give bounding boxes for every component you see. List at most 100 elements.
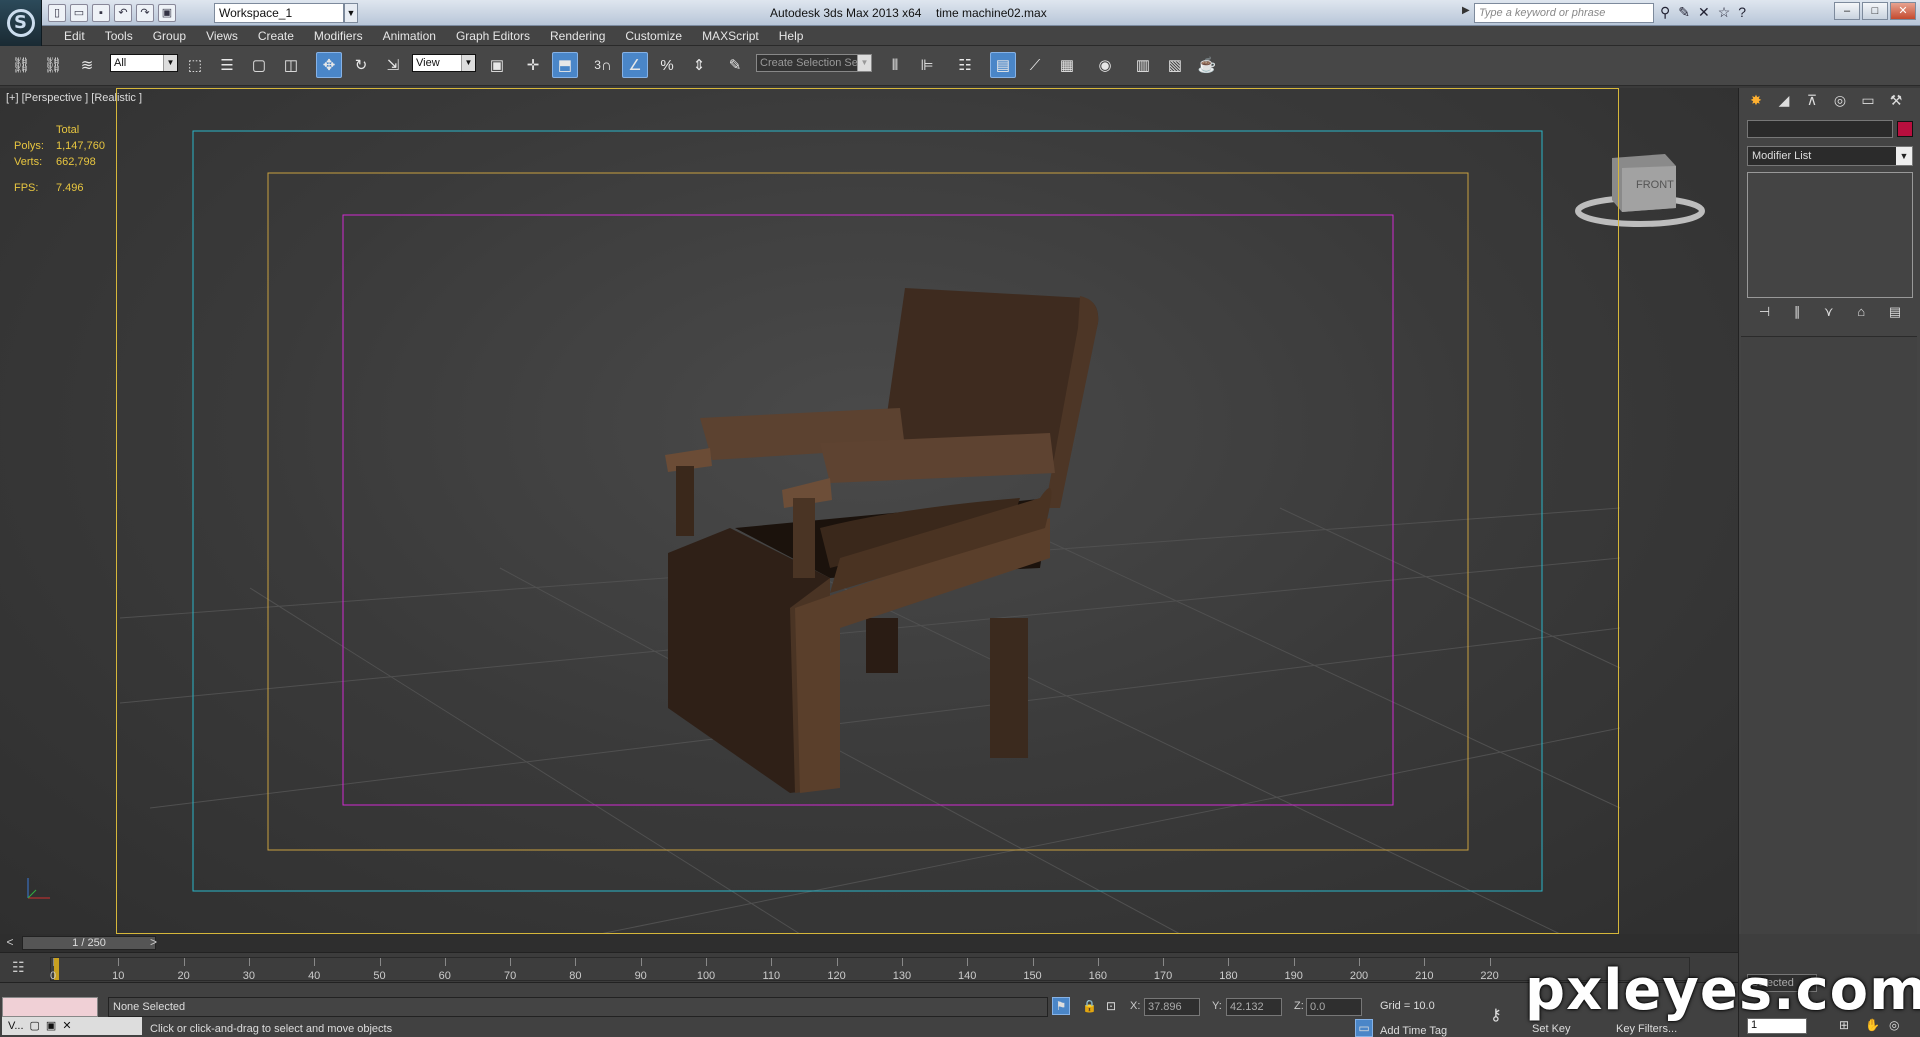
subscription-icon[interactable]: ✎	[1678, 4, 1690, 21]
menu-tools[interactable]: Tools	[95, 29, 143, 43]
select-manipulate-icon[interactable]: ✛	[520, 52, 546, 78]
menu-maxscript[interactable]: MAXScript	[692, 29, 769, 43]
object-name-field[interactable]	[1747, 120, 1893, 138]
binoculars-icon[interactable]: ⚲	[1660, 4, 1670, 21]
redo-icon[interactable]: ↷	[136, 4, 154, 22]
selection-lock-icon[interactable]: 🔒	[1082, 999, 1097, 1013]
remove-modifier-icon[interactable]: ⌂	[1857, 304, 1865, 324]
select-and-scale-icon[interactable]: ⇲	[380, 52, 406, 78]
workspace-dropdown[interactable]: Workspace_1	[214, 3, 344, 23]
next-frame-icon[interactable]: >	[150, 935, 162, 951]
configure-modifier-sets-icon[interactable]: ▤	[1889, 304, 1901, 324]
menu-rendering[interactable]: Rendering	[540, 29, 615, 43]
spinner-snap-icon[interactable]: ⇕	[686, 52, 712, 78]
layer-manager-icon[interactable]: ☷	[952, 52, 978, 78]
motion-tab-icon[interactable]: ◎	[1829, 92, 1851, 112]
menu-edit[interactable]: Edit	[54, 29, 95, 43]
modifier-stack[interactable]	[1747, 172, 1913, 298]
y-coordinate-field[interactable]: 42.132	[1226, 998, 1282, 1016]
bind-space-warp-icon[interactable]: ≋	[74, 52, 100, 78]
reference-coordinate-dropdown[interactable]: View ▼	[412, 54, 476, 72]
align-icon[interactable]: ⊫	[914, 52, 940, 78]
previous-frame-icon[interactable]: <	[0, 935, 20, 951]
absolute-mode-icon[interactable]: ⊡	[1106, 999, 1116, 1013]
time-tag-icon[interactable]: ▭	[1355, 1019, 1373, 1037]
make-unique-icon[interactable]: ⋎	[1824, 304, 1834, 324]
mini-curve-editor-icon[interactable]: ☷	[12, 959, 25, 976]
select-object-icon[interactable]: ⬚	[182, 52, 208, 78]
undo-icon[interactable]: ↶	[114, 4, 132, 22]
application-button[interactable]: S	[0, 0, 42, 46]
menu-create[interactable]: Create	[248, 29, 304, 43]
communication-icon[interactable]: ✕	[1698, 4, 1710, 21]
viewport-tab[interactable]: V...	[8, 1017, 24, 1035]
layout-icon[interactable]: ▢	[30, 1017, 40, 1035]
selection-filter-dropdown[interactable]: All ▼	[110, 54, 178, 72]
search-expand-icon[interactable]: ▶	[1462, 5, 1470, 16]
menu-group[interactable]: Group	[143, 29, 196, 43]
open-file-icon[interactable]: ▭	[70, 4, 88, 22]
keyboard-shortcut-override-icon[interactable]: ⬒	[552, 52, 578, 78]
workspace-dropdown-arrow[interactable]: ▼	[344, 3, 358, 23]
unlink-icon[interactable]: ⛓	[40, 52, 66, 78]
show-end-result-icon[interactable]: ∥	[1794, 304, 1801, 324]
render-production-icon[interactable]: ☕	[1194, 52, 1220, 78]
named-selection-sets-dropdown[interactable]: Create Selection Se ▼	[756, 54, 872, 72]
close-tab-icon[interactable]: ✕	[62, 1017, 71, 1035]
schematic-view-icon[interactable]: ▦	[1054, 52, 1080, 78]
select-and-move-icon[interactable]: ✥	[316, 52, 342, 78]
curve-editor-icon[interactable]: ⟋	[1022, 52, 1048, 78]
search-input[interactable]: Type a keyword or phrase	[1474, 3, 1654, 23]
pivot-point-center-icon[interactable]: ▣	[484, 52, 510, 78]
object-color-swatch[interactable]	[1897, 121, 1913, 137]
isolate-selection-icon[interactable]: ⚑	[1052, 997, 1070, 1015]
utilities-tab-icon[interactable]: ⚒	[1885, 92, 1907, 112]
angle-snap-icon[interactable]: ∠	[622, 52, 648, 78]
viewport-label-menu[interactable]: [+] [Perspective ] [Realistic ]	[6, 92, 142, 104]
menu-animation[interactable]: Animation	[373, 29, 446, 43]
material-editor-icon[interactable]: ◉	[1092, 52, 1118, 78]
help-icon[interactable]: ?	[1738, 4, 1746, 21]
select-by-name-icon[interactable]: ☰	[214, 52, 240, 78]
menu-views[interactable]: Views	[196, 29, 248, 43]
create-tab-icon[interactable]: ✸	[1745, 92, 1767, 112]
minimize-button[interactable]: –	[1834, 2, 1860, 20]
render-setup-icon[interactable]: ▥	[1130, 52, 1156, 78]
rendered-frame-window-icon[interactable]: ▧	[1162, 52, 1188, 78]
close-button[interactable]: ✕	[1890, 2, 1916, 20]
key-icon[interactable]: ⚷	[1490, 1005, 1502, 1025]
hierarchy-tab-icon[interactable]: ⊼	[1801, 92, 1823, 112]
perspective-viewport[interactable]: FRONT [+] [Perspective ] [Realistic ] To…	[0, 88, 1738, 934]
menu-graph-editors[interactable]: Graph Editors	[446, 29, 540, 43]
chair-model[interactable]	[665, 288, 1099, 793]
viewcube[interactable]: FRONT	[1575, 154, 1705, 227]
z-coordinate-field[interactable]: 0.0	[1306, 998, 1362, 1016]
key-filters-button[interactable]: Key Filters...	[1616, 1023, 1677, 1035]
timeline-ruler[interactable]: 0 10 20 30 40 50 60 70 80 90 100 110 120 130 140 150 160…	[50, 957, 1690, 982]
display-tab-icon[interactable]: ▭	[1857, 92, 1879, 112]
set-key-button[interactable]: Set Key	[1532, 1023, 1571, 1035]
favorites-icon[interactable]: ☆	[1718, 4, 1731, 21]
menu-customize[interactable]: Customize	[615, 29, 692, 43]
save-file-icon[interactable]: ▪	[92, 4, 110, 22]
rectangular-selection-icon[interactable]: ▢	[246, 52, 272, 78]
mirror-icon[interactable]: ⫴	[882, 52, 908, 78]
snaps-toggle-icon[interactable]: 3 ∩	[590, 52, 616, 78]
select-and-link-icon[interactable]: ⛓	[8, 52, 34, 78]
window-crossing-icon[interactable]: ◫	[278, 52, 304, 78]
select-and-rotate-icon[interactable]: ↻	[348, 52, 374, 78]
maxscript-listener[interactable]	[2, 997, 98, 1017]
pin-stack-icon[interactable]: ⊣	[1759, 304, 1770, 324]
percent-snap-icon[interactable]: %	[654, 52, 680, 78]
edit-named-selection-icon[interactable]: ✎	[722, 52, 748, 78]
maximize-button[interactable]: □	[1862, 2, 1888, 20]
time-slider[interactable]: 1 / 250	[22, 936, 156, 950]
add-time-tag[interactable]: Add Time Tag	[1380, 1025, 1447, 1037]
layout-icon-2[interactable]: ▣	[46, 1017, 56, 1035]
menu-help[interactable]: Help	[769, 29, 814, 43]
hold-icon[interactable]: ▣	[158, 4, 176, 22]
graphite-ribbon-icon[interactable]: ▤	[990, 52, 1016, 78]
modifier-list-dropdown[interactable]: Modifier List ▼	[1747, 146, 1913, 166]
menu-modifiers[interactable]: Modifiers	[304, 29, 373, 43]
modify-tab-icon[interactable]: ◢	[1773, 92, 1795, 112]
